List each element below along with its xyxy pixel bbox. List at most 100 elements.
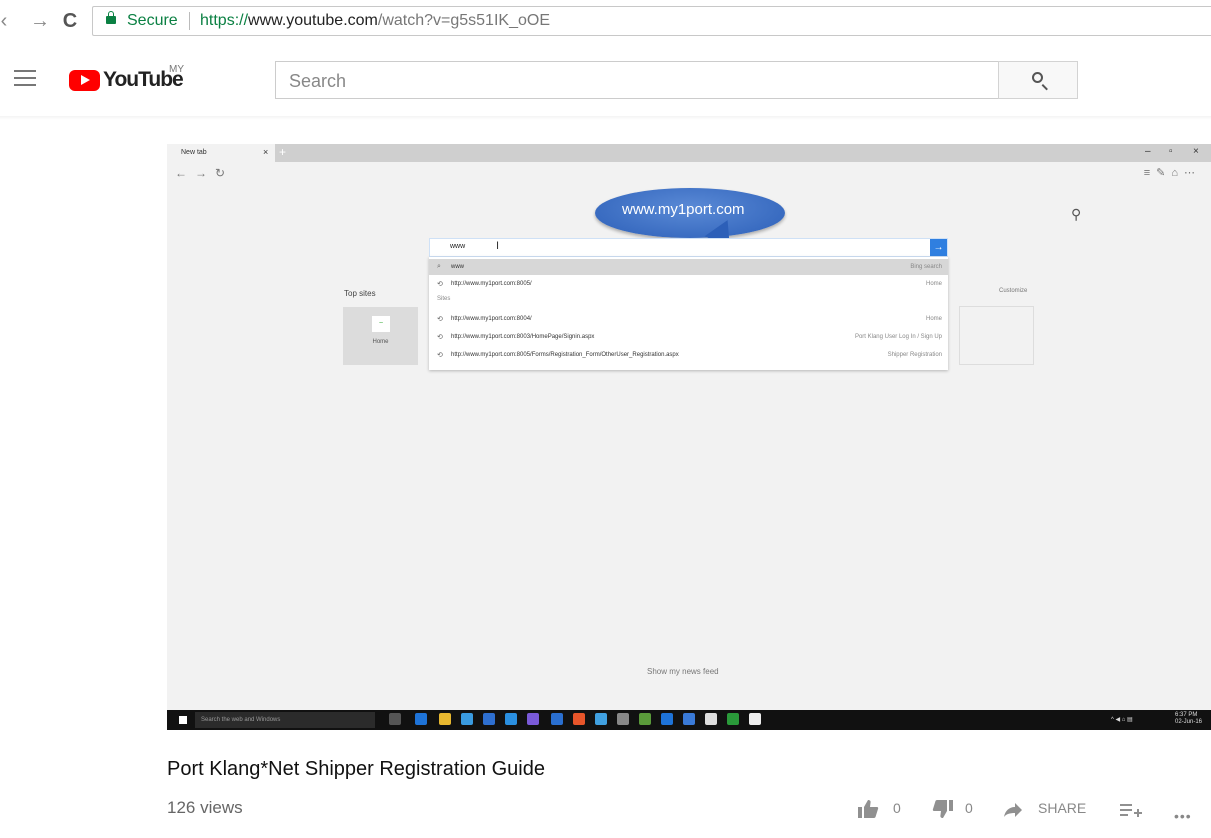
share-button[interactable]: SHARE <box>1038 800 1086 816</box>
empty-tile <box>959 306 1034 365</box>
suggestion-section: Sites <box>429 291 948 307</box>
video-browser-tabbar: New tab × + – ▫ × <box>167 144 1211 162</box>
video-browser-nav-icons: ←→↻ <box>175 166 234 180</box>
suggestion-row: ⟲ http://www.my1port.com:8003/HomePage/S… <box>429 329 948 345</box>
address-bar[interactable]: Secure https://www.youtube.com/watch?v=g… <box>92 6 1211 36</box>
suggestion-text: http://www.my1port.com:8005/ <box>451 281 532 287</box>
app-icon <box>639 713 651 725</box>
dislike-icon[interactable] <box>932 799 954 819</box>
video-player[interactable]: New tab × + – ▫ × ←→↻ ≡✎⌂⋯ www.my1port.c… <box>167 144 1211 730</box>
browser-toolbar: ‹ → C Secure https://www.youtube.com/wat… <box>0 0 1211 46</box>
suggestion-hint: Home <box>925 281 942 287</box>
top-sites-label: Top sites <box>344 289 376 298</box>
tile-label: Home <box>372 339 389 345</box>
video-suggestion-dropdown: ⌕ www Bing search ⟲ http://www.my1port.c… <box>429 257 948 370</box>
menu-icon[interactable] <box>14 70 36 86</box>
restore-icon: ▫ <box>1169 146 1173 157</box>
header-shadow <box>0 116 1211 120</box>
app-icon <box>595 713 607 725</box>
site-icon: ~ <box>372 316 390 332</box>
address-separator <box>189 12 190 30</box>
news-feed-label: Show my news feed <box>647 667 719 676</box>
suggestion-section-label: Sites <box>437 296 451 302</box>
app-icon <box>505 713 517 725</box>
suggestion-hint: Bing search <box>910 264 942 270</box>
taskbar-search: Search the web and Windows <box>195 712 375 728</box>
like-icon[interactable] <box>857 799 879 819</box>
app-icon <box>527 713 539 725</box>
suggestion-text: http://www.my1port.com:8005/Forms/Regist… <box>451 352 679 358</box>
history-icon: ⟲ <box>437 316 443 323</box>
view-count: 126 views <box>167 798 243 817</box>
suggestion-text: www <box>451 264 464 270</box>
edge-icon <box>415 713 427 725</box>
share-icon[interactable] <box>1003 802 1023 818</box>
dislike-count: 0 <box>965 800 973 816</box>
customize-label: Customize <box>999 288 1028 294</box>
windows-start-icon <box>179 716 187 724</box>
windows-taskbar: Search the web and Windows ^ ◀ ⌂ ▤ 6:37 … <box>167 710 1211 730</box>
history-icon: ⟲ <box>437 281 443 288</box>
clock-date: 02-Jun-16 <box>1175 719 1203 725</box>
clock-time: 6:37 PM <box>1175 712 1198 718</box>
app-icon <box>551 713 563 725</box>
url-path: /watch?v=g5s51IK_oOE <box>377 12 550 29</box>
app-icon <box>617 713 629 725</box>
app-icon <box>749 713 761 725</box>
more-options-icon[interactable]: ••• <box>1174 808 1192 824</box>
back-arrow-icon[interactable]: ‹ <box>0 9 16 33</box>
lock-icon <box>106 11 116 24</box>
history-icon: ⟲ <box>437 352 443 359</box>
system-tray-icons: ^ ◀ ⌂ ▤ <box>1111 717 1133 723</box>
minimize-icon: – <box>1145 146 1151 157</box>
ie-icon <box>661 713 673 725</box>
text-cursor-icon: I <box>496 240 500 252</box>
chrome-icon <box>573 713 585 725</box>
secure-label: Secure <box>127 12 178 29</box>
url-host: www.youtube.com <box>248 12 378 29</box>
search-placeholder: Search <box>289 71 347 91</box>
callout-text: www.my1port.com <box>622 201 745 218</box>
video-tab-label: New tab <box>181 149 207 156</box>
video-title: Port Klang*Net Shipper Registration Guid… <box>167 758 545 780</box>
forward-arrow-icon[interactable]: → <box>28 9 52 33</box>
app-icon <box>483 713 495 725</box>
add-to-playlist-icon[interactable] <box>1120 802 1142 818</box>
close-icon: × <box>263 147 269 157</box>
suggestion-hint: Port Klang User Log In / Sign Up <box>854 334 942 340</box>
taskbar-clock: 6:37 PM 02-Jun-16 <box>1175 712 1202 726</box>
store-icon <box>461 713 473 725</box>
video-browser-tool-icons: ≡✎⌂⋯ <box>1143 167 1201 179</box>
suggestion-row: ⟲ http://www.my1port.com:8004/ Home <box>429 311 948 327</box>
person-icon: ⚲ <box>1071 206 1082 222</box>
video-search-field: www I → <box>429 238 948 257</box>
suggestion-text: http://www.my1port.com:8004/ <box>451 316 532 322</box>
suggestion-row: ⟲ http://www.my1port.com:8005/ Home <box>429 276 948 292</box>
suggestion-row: ⟲ http://www.my1port.com:8005/Forms/Regi… <box>429 347 948 363</box>
top-site-tile: ~ Home <box>343 307 418 365</box>
like-count: 0 <box>893 800 901 816</box>
app-icon <box>683 713 695 725</box>
search-input[interactable]: Search <box>275 61 999 99</box>
country-code: MY <box>169 64 184 75</box>
search-button[interactable] <box>998 61 1078 99</box>
app-icon <box>727 713 739 725</box>
suggestion-text: http://www.my1port.com:8003/HomePage/Sig… <box>451 334 595 340</box>
history-icon: ⟲ <box>437 334 443 341</box>
go-arrow-icon: → <box>930 239 947 256</box>
url-scheme: https:// <box>200 12 249 29</box>
taskbar-search-text: Search the web and Windows <box>201 717 281 723</box>
video-search-query: www <box>450 243 466 250</box>
plus-icon: + <box>279 145 287 159</box>
search-icon <box>1032 72 1043 83</box>
reload-icon[interactable]: C <box>58 9 82 33</box>
suggestion-row: ⌕ www Bing search <box>429 259 948 275</box>
task-view-icon <box>389 713 401 725</box>
close-icon: × <box>1193 146 1199 157</box>
suggestion-hint: Shipper Registration <box>887 352 942 358</box>
suggestion-hint: Home <box>925 316 942 322</box>
url-text[interactable]: https://www.youtube.com/watch?v=g5s51IK_… <box>200 12 550 30</box>
search-icon: ⌕ <box>437 263 441 270</box>
folder-icon <box>439 713 451 725</box>
youtube-play-icon <box>69 70 100 91</box>
